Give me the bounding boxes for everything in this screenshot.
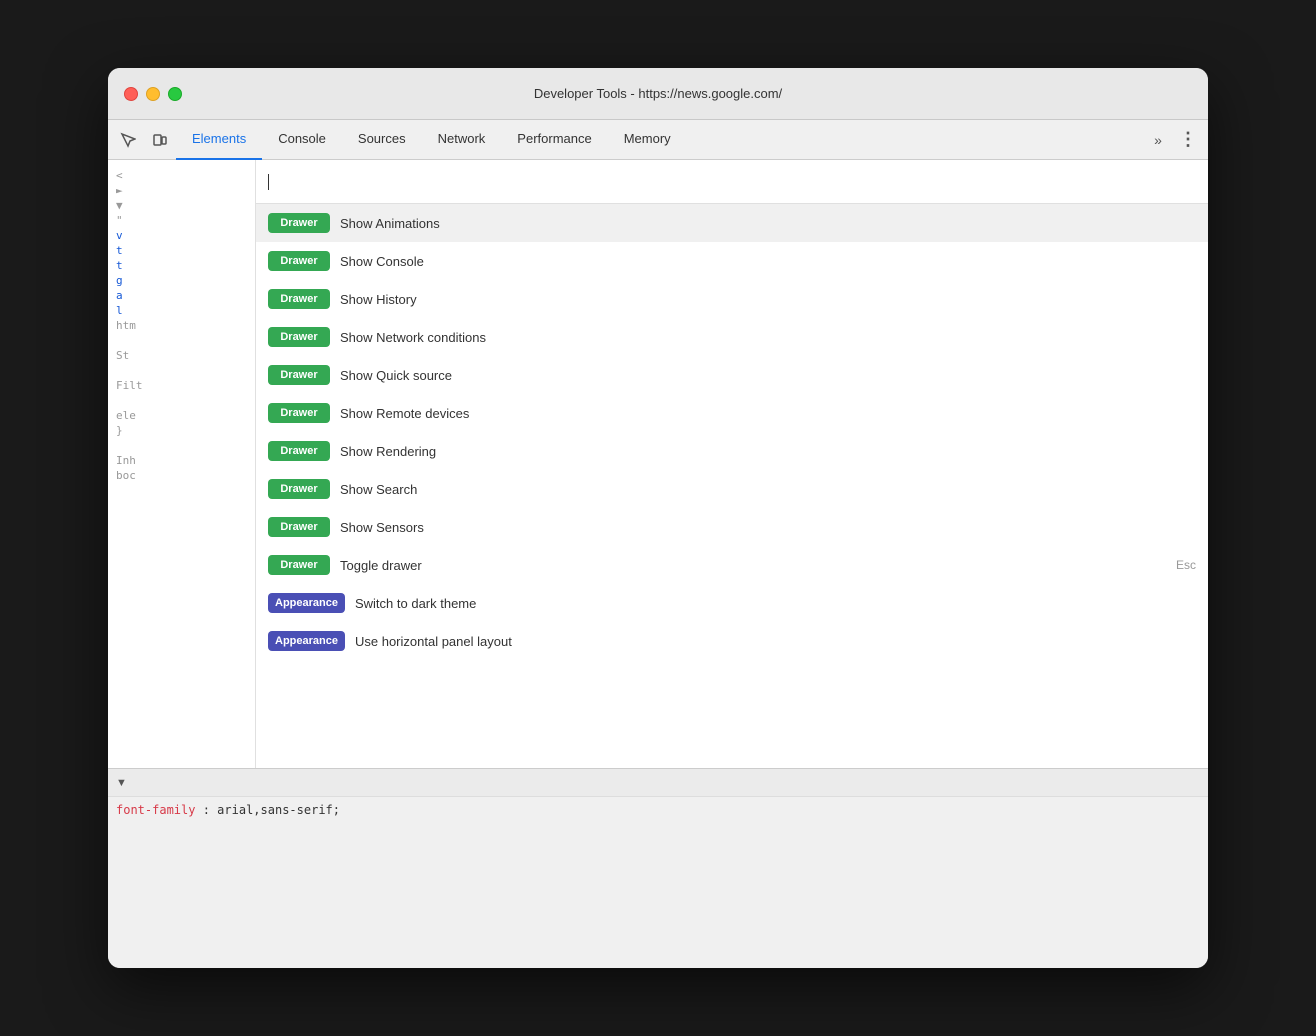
item-badge: Drawer	[268, 365, 330, 385]
item-badge: Drawer	[268, 403, 330, 423]
item-label: Switch to dark theme	[355, 596, 1196, 611]
left-panel-line: l	[108, 303, 255, 318]
item-badge: Drawer	[268, 251, 330, 271]
dropdown-item[interactable]: Drawer Show Sensors	[256, 508, 1208, 546]
item-badge: Drawer	[268, 555, 330, 575]
dropdown-item[interactable]: Drawer Show History	[256, 280, 1208, 318]
content-area: < ► ▼ " v t t g a l htm St Filt ele } In	[108, 160, 1208, 768]
more-tabs-button[interactable]: »	[1144, 126, 1172, 154]
item-label: Show Network conditions	[340, 330, 1196, 345]
command-search-input[interactable]	[269, 174, 1196, 190]
maximize-button[interactable]	[168, 87, 182, 101]
item-badge: Drawer	[268, 441, 330, 461]
elements-panel: < ► ▼ " v t t g a l htm St Filt ele } In	[108, 160, 256, 768]
css-code-line: font-family : font-family: arial,sans-se…	[116, 801, 1200, 820]
left-panel-line: t	[108, 258, 255, 273]
item-label: Toggle drawer	[340, 558, 1176, 573]
bottom-toolbar: ▼	[108, 769, 1208, 797]
dropdown-item[interactable]: Drawer Show Network conditions	[256, 318, 1208, 356]
dropdown-item[interactable]: Drawer Show Search	[256, 470, 1208, 508]
kebab-menu-button[interactable]: ⋮	[1172, 124, 1204, 156]
toolbar: Elements Console Sources Network Perform…	[108, 120, 1208, 160]
item-badge: Drawer	[268, 327, 330, 347]
title-bar: Developer Tools - https://news.google.co…	[108, 68, 1208, 120]
item-shortcut: Esc	[1176, 558, 1196, 572]
left-panel-line	[108, 333, 255, 348]
dropdown-list: DrawerShow AnimationsDrawerShow ConsoleD…	[256, 204, 1208, 660]
left-panel-line: <	[108, 168, 255, 183]
inspect-icon[interactable]	[112, 124, 144, 156]
tab-memory[interactable]: Memory	[608, 120, 687, 160]
left-panel-line: t	[108, 243, 255, 258]
dropdown-item[interactable]: Appearance Switch to dark theme	[256, 584, 1208, 622]
dropdown-item[interactable]: Drawer Toggle drawerEsc	[256, 546, 1208, 584]
close-button[interactable]	[124, 87, 138, 101]
item-label: Show Quick source	[340, 368, 1196, 383]
left-panel-line	[108, 393, 255, 408]
tab-sources[interactable]: Sources	[342, 120, 422, 160]
dropdown-item[interactable]: Drawer Show Quick source	[256, 356, 1208, 394]
search-box	[256, 160, 1208, 204]
dropdown-item[interactable]: Drawer Show Animations	[256, 204, 1208, 242]
left-panel-line: Inh	[108, 453, 255, 468]
left-panel-line	[108, 438, 255, 453]
item-label: Show History	[340, 292, 1196, 307]
left-panel-line: ele	[108, 408, 255, 423]
left-panel-line: St	[108, 348, 255, 363]
devtools-window: Developer Tools - https://news.google.co…	[108, 68, 1208, 968]
minimize-button[interactable]	[146, 87, 160, 101]
left-panel-line: v	[108, 228, 255, 243]
left-panel-line: g	[108, 273, 255, 288]
traffic-lights	[124, 87, 182, 101]
left-panel-line	[108, 363, 255, 378]
item-badge: Appearance	[268, 631, 345, 651]
dropdown-item[interactable]: Drawer Show Console	[256, 242, 1208, 280]
left-panel-line: htm	[108, 318, 255, 333]
item-badge: Drawer	[268, 213, 330, 233]
left-panel-line: boc	[108, 468, 255, 483]
dropdown-item[interactable]: Drawer Show Rendering	[256, 432, 1208, 470]
bottom-content: font-family : font-family: arial,sans-se…	[108, 797, 1208, 968]
left-panel-line: ▼	[108, 198, 255, 213]
item-label: Show Remote devices	[340, 406, 1196, 421]
item-label: Show Search	[340, 482, 1196, 497]
left-panel-line: "	[108, 213, 255, 228]
command-palette: DrawerShow AnimationsDrawerShow ConsoleD…	[256, 160, 1208, 768]
item-label: Show Animations	[340, 216, 1196, 231]
item-badge: Drawer	[268, 517, 330, 537]
item-label: Show Console	[340, 254, 1196, 269]
dropdown-item[interactable]: Appearance Use horizontal panel layout	[256, 622, 1208, 660]
bottom-toolbar-label: ▼	[116, 777, 127, 789]
tab-performance[interactable]: Performance	[501, 120, 607, 160]
left-panel-line: ►	[108, 183, 255, 198]
item-label: Use horizontal panel layout	[355, 634, 1196, 649]
css-property: font-family	[116, 803, 195, 817]
left-panel-line: }	[108, 423, 255, 438]
tab-list: Elements Console Sources Network Perform…	[176, 120, 1144, 160]
window-title: Developer Tools - https://news.google.co…	[534, 86, 782, 101]
tab-console[interactable]: Console	[262, 120, 342, 160]
tab-network[interactable]: Network	[422, 120, 502, 160]
item-badge: Drawer	[268, 289, 330, 309]
left-panel-line: Filt	[108, 378, 255, 393]
bottom-bar: ▼ font-family : font-family: arial,sans-…	[108, 768, 1208, 968]
device-icon[interactable]	[144, 124, 176, 156]
dropdown-item[interactable]: Drawer Show Remote devices	[256, 394, 1208, 432]
left-panel-line: a	[108, 288, 255, 303]
item-label: Show Sensors	[340, 520, 1196, 535]
tab-elements[interactable]: Elements	[176, 120, 262, 160]
item-label: Show Rendering	[340, 444, 1196, 459]
item-badge: Drawer	[268, 479, 330, 499]
item-badge: Appearance	[268, 593, 345, 613]
